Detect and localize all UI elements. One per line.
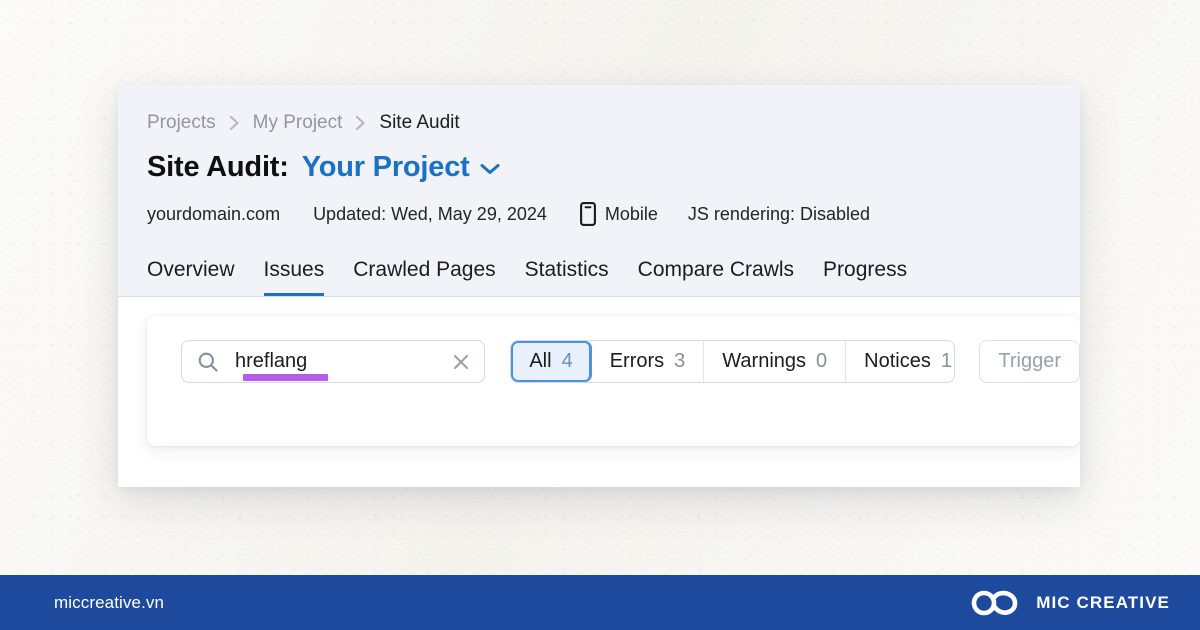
tab-overview[interactable]: Overview: [147, 258, 235, 296]
filter-all-count: 4: [561, 350, 573, 372]
chevron-right-icon: [355, 115, 366, 131]
search-icon: [197, 351, 219, 373]
breadcrumb-item-projects[interactable]: Projects: [147, 112, 216, 134]
site-audit-screenshot-card: Projects My Project Site Audit Site Audi…: [118, 85, 1080, 487]
filter-notices-count: 1: [940, 350, 952, 372]
filter-all[interactable]: All 4: [511, 341, 592, 382]
filter-errors-count: 3: [674, 350, 686, 372]
chevron-down-icon: [479, 159, 501, 176]
audit-domain: yourdomain.com: [147, 203, 281, 224]
page-title: Site Audit: Your Project: [147, 151, 1080, 184]
project-selector[interactable]: Your Project: [302, 151, 501, 184]
chevron-right-icon: [229, 115, 240, 131]
search-value: hreflang: [235, 350, 308, 372]
search-highlight-underline: [243, 374, 328, 381]
tab-progress[interactable]: Progress: [823, 258, 907, 296]
brand-logo: MIC CREATIVE: [970, 588, 1170, 618]
issues-panel: hreflang All 4 Errors 3 Warnings 0 Notic…: [147, 316, 1080, 446]
filter-errors-label: Errors: [609, 350, 665, 372]
main-tabs: Overview Issues Crawled Pages Statistics…: [147, 258, 1080, 296]
audit-js-rendering: JS rendering: Disabled: [687, 203, 871, 224]
filter-notices[interactable]: Notices 1: [846, 341, 954, 382]
tab-issues[interactable]: Issues: [263, 258, 325, 296]
footer-site-url: miccreative.vn: [54, 592, 165, 612]
brand-footer-bar: miccreative.vn MIC CREATIVE: [0, 575, 1200, 630]
mobile-phone-icon: [579, 202, 596, 226]
issue-severity-filter: All 4 Errors 3 Warnings 0 Notices 1: [510, 340, 956, 383]
page-title-static: Site Audit:: [147, 151, 289, 183]
content-area: hreflang All 4 Errors 3 Warnings 0 Notic…: [118, 297, 1080, 446]
breadcrumb-item-site-audit[interactable]: Site Audit: [379, 112, 459, 134]
filter-notices-label: Notices: [864, 350, 931, 372]
close-x-icon[interactable]: [451, 352, 471, 372]
filter-warnings-count: 0: [816, 350, 828, 372]
page-background: Projects My Project Site Audit Site Audi…: [0, 0, 1200, 630]
app-header: Projects My Project Site Audit Site Audi…: [118, 85, 1080, 297]
brand-name: MIC CREATIVE: [1036, 592, 1170, 612]
tab-crawled-pages[interactable]: Crawled Pages: [353, 258, 495, 296]
project-selector-label: Your Project: [301, 151, 470, 183]
breadcrumb: Projects My Project Site Audit: [147, 112, 1080, 134]
trigger-button[interactable]: Trigger: [979, 340, 1080, 383]
search-input[interactable]: hreflang: [181, 340, 486, 383]
filter-warnings-label: Warnings: [722, 350, 807, 372]
tab-compare-crawls[interactable]: Compare Crawls: [638, 258, 794, 296]
filter-errors[interactable]: Errors 3: [592, 341, 705, 382]
filter-all-label: All: [529, 350, 552, 372]
infinity-loops-logo-icon: [970, 588, 1022, 618]
audit-updated-date: Updated: Wed, May 29, 2024: [313, 203, 547, 224]
tab-statistics[interactable]: Statistics: [525, 258, 609, 296]
audit-device-label: Mobile: [604, 203, 658, 224]
issues-filter-row: hreflang All 4 Errors 3 Warnings 0 Notic…: [181, 340, 1080, 383]
audit-device: Mobile: [579, 202, 658, 226]
search-value-wrapper: hreflang: [235, 350, 451, 381]
filter-warnings[interactable]: Warnings 0: [704, 341, 847, 382]
breadcrumb-item-my-project[interactable]: My Project: [253, 112, 343, 134]
audit-meta-row: yourdomain.com Updated: Wed, May 29, 202…: [147, 202, 1080, 226]
